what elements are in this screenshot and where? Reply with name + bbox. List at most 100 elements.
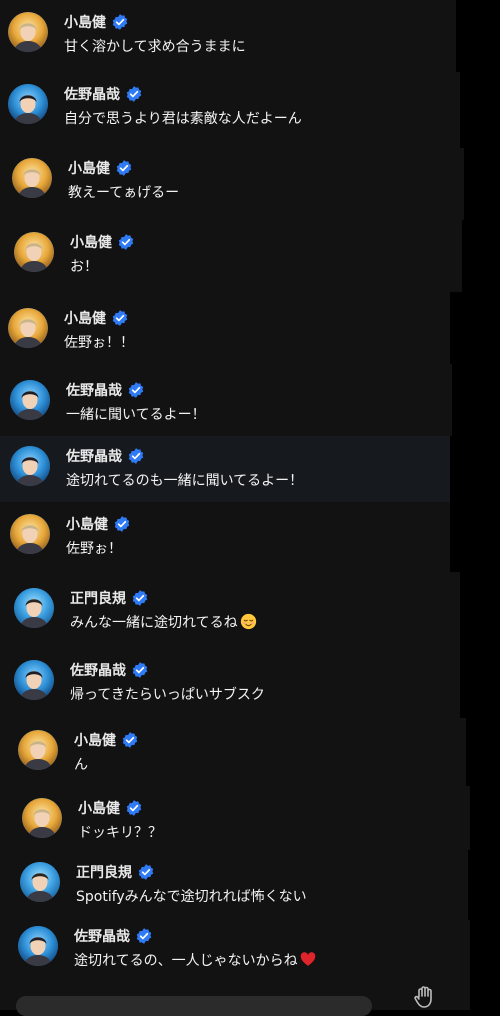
username[interactable]: 小島健 [78,798,120,818]
message-header: 佐野晶哉 [64,84,143,104]
message-body: 教えーてぁげるー [68,185,180,201]
message-text: 佐野ぉ！ [66,538,122,558]
avatar[interactable] [20,862,60,902]
message-text: 佐野ぉ！！ [64,332,134,352]
message-header: 小島健 [68,158,133,178]
message-text: お！ [70,256,98,276]
avatar[interactable] [10,514,50,554]
chat-message: 佐野晶哉 帰ってきたらいっぱいサブスク [14,660,440,720]
message-header: 正門良規 [76,862,155,882]
message-text: 教えーてぁげるー [68,182,179,202]
message-text: 帰ってきたらいっぱいサブスク [70,684,265,704]
username[interactable]: 小島健 [64,308,106,328]
avatar[interactable] [18,730,58,770]
chat-message: 佐野晶哉 自分で思うより君は素敵な人だよーん [8,84,440,144]
message-body: みんな一緒に途切れてるね [70,615,238,631]
username[interactable]: 佐野晶哉 [64,84,120,104]
avatar[interactable] [12,158,52,198]
message-body: 一緒に聞いてるよー！ [66,407,206,423]
message-body: ん [74,757,88,773]
username[interactable]: 小島健 [68,158,110,178]
chat-message: 小島健 お！ [14,232,440,292]
username[interactable]: 佐野晶哉 [66,446,122,466]
verified-badge-icon [138,864,154,880]
chat-message: 正門良規 みんな一緒に途切れてるね [14,588,440,648]
message-text: 自分で思うより君は素敵な人だよーん [64,108,302,128]
avatar[interactable] [18,926,58,966]
chat-message: 佐野晶哉 途切れてるのも一緒に聞いてるよー！ [10,446,440,506]
raised-hand-icon[interactable] [412,984,438,1010]
verified-badge-icon [122,732,138,748]
message-body: Spotifyみんなで途切れれば怖くない [76,889,307,905]
username[interactable]: 小島健 [64,12,106,32]
message-header: 正門良規 [70,588,149,608]
message-header: 小島健 [70,232,135,252]
chat-message: 小島健 甘く溶かして求め合うままに [8,12,440,72]
avatar[interactable] [22,798,62,838]
message-text: ドッキリ？？ [78,822,162,842]
message-header: 佐野晶哉 [74,926,153,946]
message-text: みんな一緒に途切れてるね [70,612,257,632]
message-header: 佐野晶哉 [66,446,145,466]
verified-badge-icon [128,448,144,464]
message-text: 途切れてるの、一人じゃないからね [74,950,316,970]
verified-badge-icon [112,14,128,30]
chat-message: 小島健 教えーてぁげるー [12,158,440,218]
relieved-face-icon [240,613,256,630]
message-text: 一緒に聞いてるよー！ [66,404,206,424]
avatar[interactable] [14,588,54,628]
message-header: 小島健 [66,514,131,534]
username[interactable]: 佐野晶哉 [74,926,130,946]
message-body: 佐野ぉ！ [66,541,122,557]
message-body: お！ [70,259,98,275]
chat-message: 佐野晶哉 途切れてるの、一人じゃないからね [18,926,440,986]
red-heart-icon [300,952,315,966]
message-body: 佐野ぉ！！ [64,335,134,351]
message-body: 甘く溶かして求め合うままに [64,39,246,55]
verified-badge-icon [126,86,142,102]
avatar[interactable] [8,84,48,124]
message-header: 佐野晶哉 [66,380,145,400]
username[interactable]: 正門良規 [70,588,126,608]
username[interactable]: 小島健 [74,730,116,750]
message-text: ん [74,754,88,774]
message-text: 途切れてるのも一緒に聞いてるよー！ [66,470,303,490]
verified-badge-icon [116,160,132,176]
message-body: 途切れてるの、一人じゃないからね [74,953,298,969]
verified-badge-icon [132,662,148,678]
chat-message: 小島健 佐野ぉ！ [10,514,440,574]
username[interactable]: 佐野晶哉 [70,660,126,680]
message-body: 自分で思うより君は素敵な人だよーん [64,111,302,127]
username[interactable]: 佐野晶哉 [66,380,122,400]
verified-badge-icon [136,928,152,944]
verified-badge-icon [112,310,128,326]
verified-badge-icon [128,382,144,398]
message-header: 佐野晶哉 [70,660,149,680]
username[interactable]: 小島健 [70,232,112,252]
verified-badge-icon [126,800,142,816]
avatar[interactable] [10,446,50,486]
message-header: 小島健 [74,730,139,750]
verified-badge-icon [118,234,134,250]
chat-message: 正門良規 Spotifyみんなで途切れれば怖くない [20,862,440,922]
message-body: 帰ってきたらいっぱいサブスク [70,687,265,703]
avatar[interactable] [14,660,54,700]
message-header: 小島健 [64,12,129,32]
chat-message: 佐野晶哉 一緒に聞いてるよー！ [10,380,440,440]
username[interactable]: 小島健 [66,514,108,534]
message-text: 甘く溶かして求め合うままに [64,36,246,56]
chat-message: 小島健 佐野ぉ！！ [8,308,440,368]
avatar[interactable] [8,308,48,348]
chat-message: 小島健 ん [18,730,440,790]
avatar[interactable] [8,12,48,52]
chat-message: 小島健 ドッキリ？？ [22,798,440,858]
chat-input-bar[interactable] [16,996,372,1016]
message-header: 小島健 [78,798,143,818]
username[interactable]: 正門良規 [76,862,132,882]
avatar[interactable] [10,380,50,420]
message-body: ドッキリ？？ [78,825,162,841]
verified-badge-icon [114,516,130,532]
message-body: 途切れてるのも一緒に聞いてるよー！ [66,473,304,489]
message-header: 小島健 [64,308,129,328]
avatar[interactable] [14,232,54,272]
